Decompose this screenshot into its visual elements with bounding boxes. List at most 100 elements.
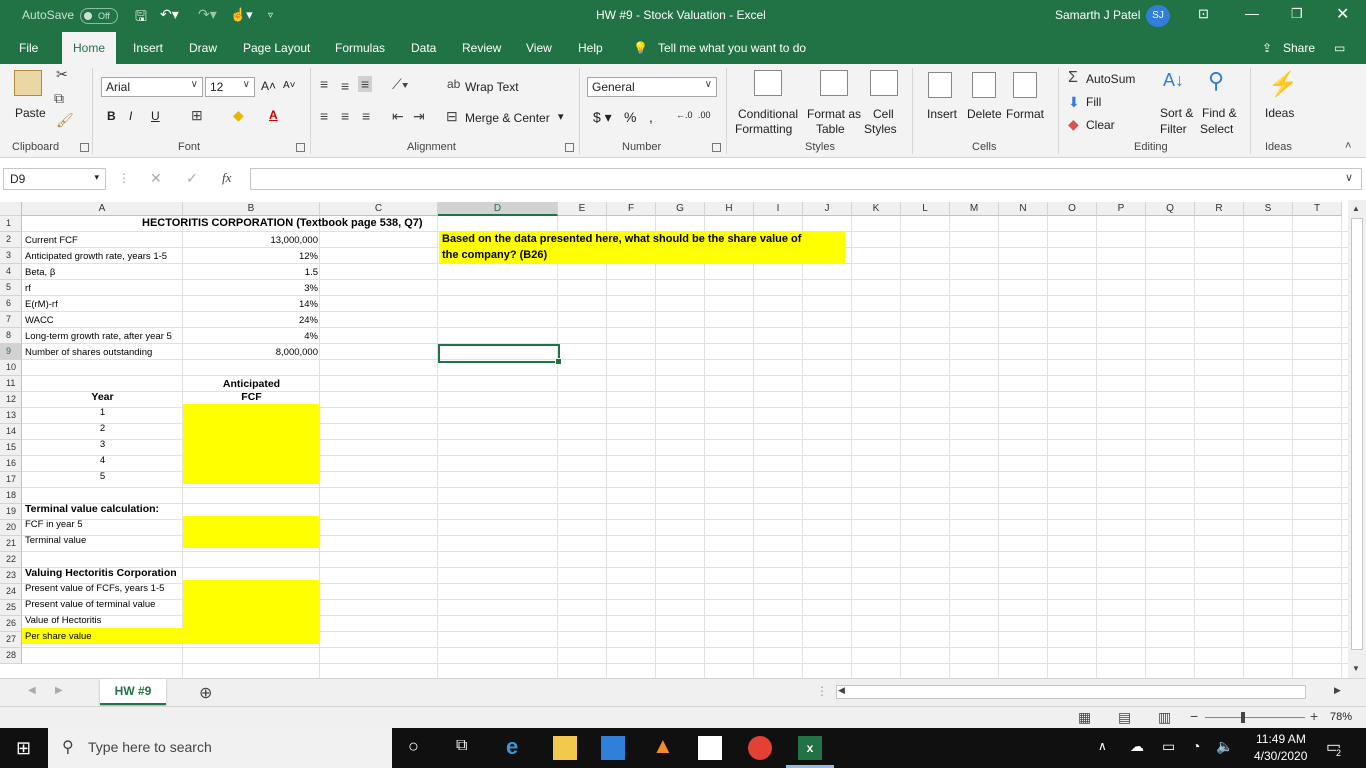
cortana-icon[interactable]: ○: [408, 736, 419, 757]
italic-button[interactable]: I: [129, 109, 132, 123]
column-header-g[interactable]: G: [656, 202, 705, 216]
selected-cell-d9[interactable]: [438, 344, 562, 365]
zoom-slider[interactable]: [1205, 717, 1305, 718]
font-name-select[interactable]: Arial ∨: [101, 77, 203, 97]
row-header-27[interactable]: 27: [0, 632, 22, 648]
row-header-21[interactable]: 21: [0, 536, 22, 552]
tab-home[interactable]: Home: [62, 32, 117, 64]
clear-button[interactable]: Clear: [1086, 118, 1115, 132]
align-right-icon[interactable]: ≡: [362, 108, 370, 124]
tab-review[interactable]: Review: [462, 41, 501, 55]
autosave-toggle[interactable]: Off: [80, 8, 118, 24]
merge-center-button[interactable]: Merge & Center: [465, 111, 550, 125]
increase-indent-icon[interactable]: ⇥: [413, 108, 425, 125]
valuing-input-range[interactable]: [183, 580, 320, 644]
edge-icon[interactable]: e: [506, 734, 518, 760]
chrome-icon[interactable]: [748, 736, 772, 760]
hidden-icons-icon[interactable]: ∧: [1098, 739, 1107, 753]
row-header-10[interactable]: 10: [0, 360, 22, 376]
column-header-j[interactable]: J: [803, 202, 852, 216]
cancel-icon[interactable]: ✕: [150, 170, 162, 187]
insert-cells-button[interactable]: Insert: [927, 107, 957, 121]
sort-filter-button[interactable]: Sort &: [1160, 106, 1193, 120]
comma-icon[interactable]: ,: [649, 109, 653, 125]
row-header-13[interactable]: 13: [0, 408, 22, 424]
row-header-24[interactable]: 24: [0, 584, 22, 600]
save-icon[interactable]: 🖫: [135, 6, 147, 30]
decrease-font-icon[interactable]: A˅: [283, 80, 296, 91]
column-header-b[interactable]: B: [183, 202, 320, 216]
increase-font-icon[interactable]: A˄: [261, 79, 276, 93]
minimize-icon[interactable]: —: [1245, 5, 1259, 21]
vlc-icon[interactable]: ▲: [652, 733, 674, 759]
number-format-select[interactable]: General ∨: [587, 77, 717, 97]
column-header-i[interactable]: I: [754, 202, 803, 216]
page-break-view-icon[interactable]: ▥: [1158, 709, 1171, 726]
horizontal-scrollbar[interactable]: [836, 685, 1306, 699]
row-header-23[interactable]: 23: [0, 568, 22, 584]
column-header-e[interactable]: E: [558, 202, 607, 216]
next-sheet-icon[interactable]: ▶: [55, 685, 63, 696]
name-box[interactable]: D9 ▾: [3, 168, 106, 190]
column-header-a[interactable]: A: [22, 202, 183, 216]
row-header-17[interactable]: 17: [0, 472, 22, 488]
avatar[interactable]: SJ: [1146, 5, 1170, 27]
row-header-18[interactable]: 18: [0, 488, 22, 504]
scroll-thumb[interactable]: [1351, 218, 1363, 650]
scroll-right-icon[interactable]: ▶: [1334, 685, 1341, 696]
share-button[interactable]: Share: [1283, 41, 1315, 55]
alignment-launcher-icon[interactable]: [565, 143, 574, 152]
decrease-decimal-icon[interactable]: .00: [698, 110, 711, 120]
row-header-15[interactable]: 15: [0, 440, 22, 456]
tab-page-layout[interactable]: Page Layout: [243, 41, 310, 55]
merge-dropdown-icon[interactable]: ▾: [558, 110, 564, 123]
customize-qat-icon[interactable]: ▿: [268, 10, 273, 21]
decrease-indent-icon[interactable]: ⇤: [392, 108, 404, 125]
column-header-m[interactable]: M: [950, 202, 999, 216]
increase-decimal-icon[interactable]: ←.0: [676, 110, 693, 120]
select-all-corner[interactable]: [0, 202, 22, 216]
cell-styles-button[interactable]: Cell: [873, 107, 894, 121]
close-icon[interactable]: ✕: [1336, 4, 1349, 24]
normal-view-icon[interactable]: ▦: [1078, 709, 1091, 726]
excel-taskbar-icon[interactable]: x: [798, 736, 822, 760]
task-view-icon[interactable]: ⧉: [456, 737, 467, 755]
undo-icon[interactable]: ↶▾: [160, 6, 179, 23]
formula-input[interactable]: [250, 168, 1362, 190]
row-header-9[interactable]: 9: [0, 344, 22, 360]
currency-icon[interactable]: $ ▾: [593, 109, 612, 126]
sheet-tab-hw9[interactable]: HW #9: [100, 679, 166, 705]
column-header-c[interactable]: C: [320, 202, 438, 216]
column-header-t[interactable]: T: [1293, 202, 1342, 216]
row-header-2[interactable]: 2: [0, 232, 22, 248]
ribbon-display-icon[interactable]: ⊡: [1198, 6, 1209, 22]
format-as-table-button[interactable]: Format as: [807, 107, 861, 121]
row-header-20[interactable]: 20: [0, 520, 22, 536]
user-name[interactable]: Samarth J Patel: [1055, 8, 1140, 22]
tab-draw[interactable]: Draw: [189, 41, 217, 55]
row-header-28[interactable]: 28: [0, 648, 22, 664]
percent-icon[interactable]: %: [624, 109, 636, 125]
center-icon[interactable]: ≡: [341, 108, 349, 124]
tell-me-search[interactable]: Tell me what you want to do: [658, 41, 806, 55]
redo-icon[interactable]: ↷▾: [198, 6, 217, 23]
collapse-ribbon-icon[interactable]: ˄: [1345, 140, 1351, 152]
column-header-k[interactable]: K: [852, 202, 901, 216]
row-header-22[interactable]: 22: [0, 552, 22, 568]
new-sheet-icon[interactable]: ⊕: [199, 683, 212, 703]
volume-icon[interactable]: 🔈: [1216, 738, 1233, 755]
row-header-25[interactable]: 25: [0, 600, 22, 616]
clock-date[interactable]: 4/30/2020: [1254, 749, 1307, 763]
font-color-icon[interactable]: A: [269, 108, 278, 122]
column-header-d[interactable]: D: [438, 202, 558, 216]
paste-button[interactable]: Paste: [15, 106, 46, 120]
column-header-n[interactable]: N: [999, 202, 1048, 216]
find-select-button[interactable]: Find &: [1202, 106, 1237, 120]
file-explorer-icon[interactable]: [553, 736, 577, 760]
scroll-down-icon[interactable]: ▼: [1352, 664, 1360, 673]
share-icon[interactable]: ⇪: [1262, 41, 1272, 55]
fill-color-icon[interactable]: ◆: [233, 107, 244, 124]
column-header-o[interactable]: O: [1048, 202, 1097, 216]
wifi-icon[interactable]: ◔: [1192, 738, 1200, 754]
autosum-button[interactable]: AutoSum: [1086, 72, 1135, 86]
